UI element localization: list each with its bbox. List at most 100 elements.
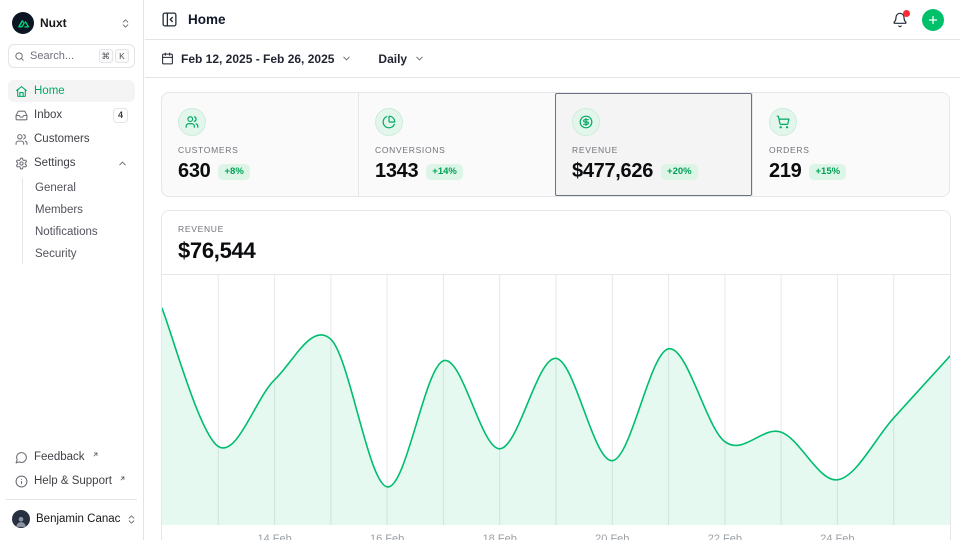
stat-label: CUSTOMERS [178, 145, 342, 155]
sidebar-item-inbox[interactable]: Inbox 4 [8, 104, 135, 126]
notifications-button[interactable] [892, 12, 908, 28]
sidebar-item-home[interactable]: Home [8, 80, 135, 102]
stat-card-conversions[interactable]: CONVERSIONS 1343 +14% [358, 93, 555, 196]
feedback-link[interactable]: Feedback [8, 446, 135, 468]
sidebar-item-security[interactable]: Security [35, 244, 135, 264]
calendar-icon [161, 52, 174, 65]
footer-link-label: Help & Support [34, 475, 112, 487]
header-actions [892, 9, 944, 31]
sidebar-spacer [8, 264, 135, 446]
help-support-link[interactable]: Help & Support [8, 470, 135, 492]
user-name: Benjamin Canac [36, 513, 120, 525]
stat-delta-badge: +14% [426, 164, 463, 180]
dashboard-app: Nuxt Search... ⌘ K Home [0, 0, 960, 540]
user-avatar [12, 510, 30, 528]
pie-chart-icon [375, 108, 403, 136]
search-icon [14, 51, 25, 62]
workspace-selector[interactable]: Nuxt [8, 8, 135, 38]
svg-text:16 Feb: 16 Feb [370, 533, 404, 540]
stat-value: $477,626 [572, 160, 653, 183]
users-icon [15, 133, 28, 146]
chevron-down-icon [414, 53, 425, 64]
cart-icon [769, 108, 797, 136]
sidebar-item-label: Home [34, 85, 65, 97]
svg-text:18 Feb: 18 Feb [483, 533, 517, 540]
kbd-cmd: ⌘ [99, 49, 114, 63]
external-link-icon [119, 475, 126, 482]
dashboard-content: CUSTOMERS 630 +8% CONVERSIONS 1343 +14% [145, 78, 960, 540]
date-range-value: Feb 12, 2025 - Feb 26, 2025 [181, 52, 334, 66]
stat-card-orders[interactable]: ORDERS 219 +15% [752, 93, 949, 196]
filters-toolbar: Feb 12, 2025 - Feb 26, 2025 Daily [145, 40, 960, 78]
feedback-icon [15, 451, 28, 464]
sidebar-item-general[interactable]: General [35, 178, 135, 198]
chart-metric-value: $76,544 [178, 238, 934, 264]
stat-label: REVENUE [572, 145, 736, 155]
chevron-up-icon [117, 158, 128, 169]
sidebar-collapse-button[interactable] [161, 11, 178, 28]
stat-card-revenue[interactable]: REVENUE $477,626 +20% [555, 93, 752, 196]
sub-item-label: Members [35, 204, 83, 216]
sidebar-footer-nav: Feedback Help & Support [8, 446, 135, 492]
svg-text:22 Feb: 22 Feb [708, 533, 742, 540]
svg-text:24 Feb: 24 Feb [820, 533, 854, 540]
stat-delta-badge: +20% [661, 164, 698, 180]
sidebar: Nuxt Search... ⌘ K Home [0, 0, 144, 540]
add-button[interactable] [922, 9, 944, 31]
revenue-chart[interactable]: 14 Feb 16 Feb 18 Feb 20 Feb 22 Feb 24 Feb [162, 275, 950, 540]
stat-delta-badge: +15% [809, 164, 846, 180]
sidebar-item-settings[interactable]: Settings [8, 152, 135, 174]
gear-icon [15, 157, 28, 170]
chevrons-up-down-icon [120, 18, 131, 29]
notification-dot [903, 10, 910, 17]
chevrons-up-down-icon [126, 514, 137, 525]
sidebar-item-label: Customers [34, 133, 90, 145]
kbd-k: K [115, 49, 129, 63]
settings-subnav: General Members Notifications Security [22, 178, 135, 264]
sub-item-label: Security [35, 248, 77, 260]
stat-card-customers[interactable]: CUSTOMERS 630 +8% [162, 93, 358, 196]
sidebar-item-members[interactable]: Members [35, 200, 135, 220]
stat-value: 219 [769, 160, 801, 183]
chevron-down-icon [341, 53, 352, 64]
workspace-name: Nuxt [40, 16, 67, 30]
date-range-picker[interactable]: Feb 12, 2025 - Feb 26, 2025 [161, 52, 352, 66]
page-header: Home [145, 0, 960, 40]
sidebar-item-notifications[interactable]: Notifications [35, 222, 135, 242]
external-link-icon [92, 451, 99, 458]
stats-row: CUSTOMERS 630 +8% CONVERSIONS 1343 +14% [161, 92, 950, 197]
plus-icon [927, 14, 939, 26]
dollar-icon [572, 108, 600, 136]
sidebar-divider [6, 499, 137, 500]
search-shortcut: ⌘ K [99, 49, 130, 63]
home-icon [15, 85, 28, 98]
user-menu-button[interactable]: Benjamin Canac [8, 506, 135, 532]
sidebar-item-customers[interactable]: Customers [8, 128, 135, 150]
users-icon [178, 108, 206, 136]
revenue-chart-card: REVENUE $76,544 14 Feb 16 Feb 18 Feb 20 Feb… [161, 210, 951, 540]
stat-delta-badge: +8% [218, 164, 249, 180]
svg-text:14 Feb: 14 Feb [257, 533, 291, 540]
stat-label: ORDERS [769, 145, 933, 155]
chart-header: REVENUE $76,544 [162, 211, 950, 275]
footer-link-label: Feedback [34, 451, 85, 463]
sub-item-label: Notifications [35, 226, 98, 238]
period-value: Daily [378, 52, 407, 66]
svg-text:20 Feb: 20 Feb [595, 533, 629, 540]
period-select[interactable]: Daily [378, 52, 425, 66]
stat-value: 1343 [375, 160, 418, 183]
help-icon [15, 475, 28, 488]
nuxt-logo-icon [12, 12, 34, 34]
sidebar-item-label: Inbox [34, 109, 62, 121]
chart-metric-label: REVENUE [178, 224, 934, 234]
main-panel: Home Feb 12, 2025 - Feb 26, 2025 [145, 0, 960, 540]
search-placeholder: Search... [30, 50, 74, 62]
page-title: Home [188, 12, 226, 27]
inbox-count-badge: 4 [113, 108, 128, 123]
sub-item-label: General [35, 182, 76, 194]
sidebar-item-label: Settings [34, 157, 76, 169]
stat-value: 630 [178, 160, 210, 183]
inbox-icon [15, 109, 28, 122]
stat-label: CONVERSIONS [375, 145, 539, 155]
search-input[interactable]: Search... ⌘ K [8, 44, 135, 68]
